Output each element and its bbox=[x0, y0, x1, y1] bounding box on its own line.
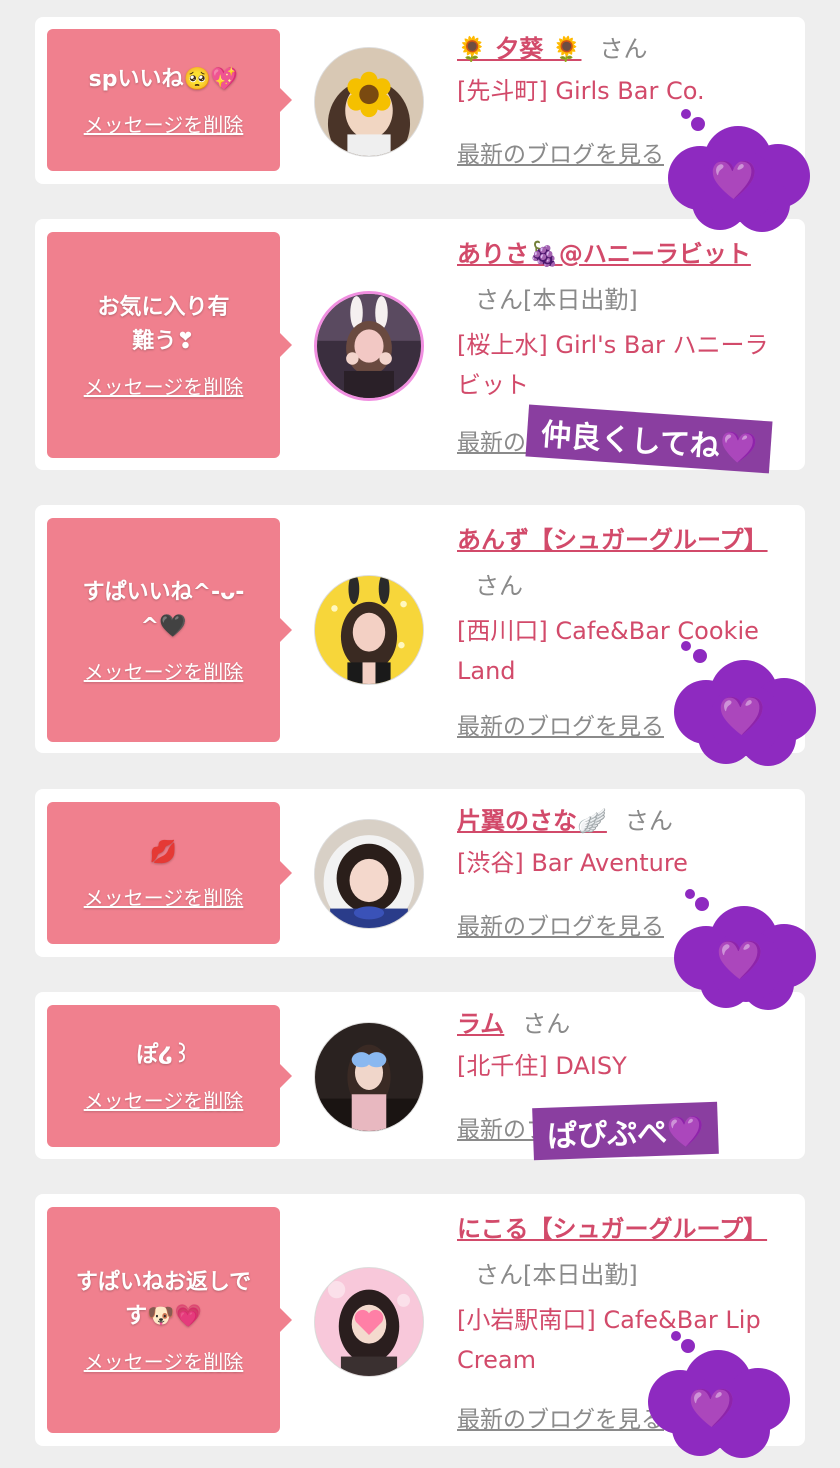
message-bubble: 💋 メッセージを削除 bbox=[47, 802, 292, 944]
attendance-status: [本日出勤] bbox=[523, 1261, 638, 1289]
cast-name-link[interactable]: 🌻 夕葵 🌻 bbox=[457, 35, 581, 63]
delete-message-link[interactable]: メッセージを削除 bbox=[84, 1346, 244, 1375]
cast-name-link[interactable]: 片翼のさな🪽 bbox=[457, 807, 607, 835]
honorific: さん bbox=[475, 286, 523, 314]
latest-blog-link[interactable]: 最新のブログを見る bbox=[457, 707, 664, 741]
bunny-ears-avatar[interactable] bbox=[314, 291, 424, 401]
shop-name: [渋谷] Bar Aventure bbox=[457, 849, 688, 877]
attendance-status: [本日出勤] bbox=[523, 286, 638, 314]
honorific: さん bbox=[624, 807, 673, 835]
name-line: ありさ🍇@ハニーラビットさん[本日出勤] bbox=[457, 231, 787, 323]
shop-name: [先斗町] Girls Bar Co. bbox=[457, 77, 705, 105]
delete-message-link[interactable]: メッセージを削除 bbox=[84, 1085, 244, 1114]
message-text: ぽ໒꒱ bbox=[136, 1042, 191, 1068]
delete-message-link[interactable]: メッセージを削除 bbox=[84, 371, 244, 400]
cast-name-link[interactable]: にこる【シュガーグループ】 bbox=[457, 1215, 767, 1243]
bunny-ears-avatar[interactable] bbox=[314, 575, 424, 685]
latest-blog-link[interactable]: 最新のブログを見る bbox=[457, 907, 664, 941]
heart-face-avatar[interactable] bbox=[314, 1267, 424, 1377]
message-bubble: すぱいねお返しです🐶💗 メッセージを削除 bbox=[47, 1207, 292, 1433]
message-text: お気に入り有難う❣ bbox=[97, 294, 230, 354]
sticker-text: ぱぴぷぺ💜 bbox=[532, 1101, 720, 1161]
delete-message-link[interactable]: メッセージを削除 bbox=[84, 656, 244, 685]
purple-heart-icon: 💜 bbox=[688, 1386, 736, 1430]
purple-heart-cloud-sticker: 💜 bbox=[640, 1330, 795, 1460]
name-line: 片翼のさな🪽 さん bbox=[457, 801, 787, 841]
message-text: spいいね🥺💖 bbox=[88, 66, 239, 92]
honorific: さん bbox=[599, 35, 648, 63]
honorific: さん bbox=[475, 1261, 523, 1289]
cast-name-link[interactable]: ラム bbox=[457, 1010, 504, 1038]
purple-heart-cloud-sticker: 💜 bbox=[666, 888, 821, 1013]
purple-heart-cloud-sticker: 💜 bbox=[660, 106, 815, 236]
honorific: さん bbox=[475, 572, 523, 600]
purple-heart-icon: 💜 bbox=[716, 938, 764, 982]
cast-name-link[interactable]: ありさ🍇@ハニーラビット bbox=[457, 240, 751, 268]
name-line: 🌻 夕葵 🌻 さん bbox=[457, 29, 787, 69]
message-bubble: すぱいいね^-ᴗ-^🖤 メッセージを削除 bbox=[47, 518, 292, 742]
sunflower-face-avatar[interactable] bbox=[314, 47, 424, 157]
purple-heart-icon: 💜 bbox=[710, 158, 758, 202]
purple-heart-icon: 💜 bbox=[718, 694, 766, 738]
purple-heart-cloud-sticker: 💜 bbox=[666, 640, 821, 770]
message-bubble: お気に入り有難う❣ メッセージを削除 bbox=[47, 232, 292, 458]
latest-blog-link[interactable]: 最新のブログを見る bbox=[457, 1400, 664, 1434]
name-line: あんず【シュガーグループ】さん bbox=[457, 517, 787, 609]
latest-blog-link[interactable]: 最新のブログを見る bbox=[457, 135, 664, 169]
name-line: にこる【シュガーグループ】さん[本日出勤] bbox=[457, 1206, 787, 1298]
message-text: すぱいいね^-ᴗ-^🖤 bbox=[82, 579, 245, 639]
honorific: さん bbox=[522, 1010, 571, 1038]
message-text: 💋 bbox=[149, 839, 178, 865]
delete-message-link[interactable]: メッセージを削除 bbox=[84, 882, 244, 911]
message-bubble: spいいね🥺💖 メッセージを削除 bbox=[47, 29, 292, 171]
cast-name-link[interactable]: あんず【シュガーグループ】 bbox=[457, 526, 768, 554]
message-text: すぱいねお返しです🐶💗 bbox=[75, 1269, 252, 1329]
shop-name: [北千住] DAISY bbox=[457, 1052, 627, 1080]
shop-name: [桜上水] Girl's Bar ハニーラビット bbox=[457, 331, 769, 399]
delete-message-link[interactable]: メッセージを削除 bbox=[84, 109, 244, 138]
message-bubble: ぽ໒꒱ メッセージを削除 bbox=[47, 1005, 292, 1147]
butterfly-face-avatar[interactable] bbox=[314, 1022, 424, 1132]
girl-avatar[interactable] bbox=[314, 819, 424, 929]
